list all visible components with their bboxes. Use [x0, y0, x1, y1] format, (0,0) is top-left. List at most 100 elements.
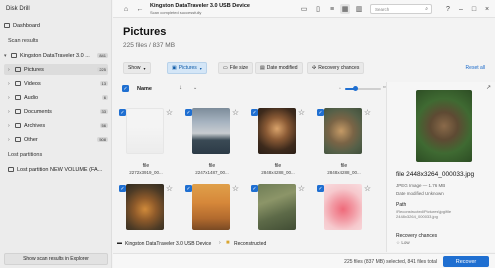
chevron-right-icon[interactable]: ›: [8, 95, 15, 101]
count-badge: 13: [99, 81, 108, 86]
file-checkbox[interactable]: ✓: [251, 185, 258, 192]
file-checkbox[interactable]: ✓: [185, 109, 192, 116]
file-card[interactable]: ✓ ☆ file 2848x4288_00...: [315, 102, 373, 184]
close-icon[interactable]: ×: [482, 4, 492, 14]
dashboard-icon: [4, 23, 10, 28]
documents-icon: [15, 109, 21, 114]
sidebar-item-videos[interactable]: › Videos 13: [4, 78, 108, 89]
usb-drive-icon: [11, 53, 17, 58]
minimize-icon[interactable]: –: [456, 4, 466, 14]
scan-results-heading: Scan results: [8, 38, 39, 44]
file-card[interactable]: ✓ ☆ file 2247x1487_00...: [183, 102, 241, 184]
file-name: file: [274, 163, 282, 169]
preview-recovery-label: Recovery chances: [396, 233, 438, 239]
star-icon[interactable]: ☆: [232, 184, 239, 193]
file-thumbnail: [126, 184, 164, 230]
count-badge: 56: [99, 123, 108, 128]
chevron-down-icon: ▾: [199, 65, 202, 71]
file-card[interactable]: ✓ ☆ file 2848x4288_00...: [249, 102, 307, 184]
folder-icon: ■: [226, 240, 230, 246]
file-thumbnail: [324, 108, 362, 154]
sidebar-item-documents[interactable]: › Documents 33: [4, 106, 108, 117]
archives-icon: [15, 123, 21, 128]
search-input[interactable]: Search ⌕: [370, 4, 432, 14]
preview-type: JPEG Image — 1.76 MB: [396, 183, 446, 188]
file-thumbnail: [258, 108, 296, 154]
file-checkbox[interactable]: ✓: [251, 109, 258, 116]
star-icon[interactable]: ☆: [298, 184, 305, 193]
star-icon[interactable]: ☆: [298, 108, 305, 117]
show-filter-button[interactable]: Show ▾: [123, 62, 151, 74]
file-checkbox[interactable]: ✓: [119, 109, 126, 116]
sidebar-item-audio[interactable]: › Audio 6: [4, 92, 108, 103]
chevron-down-icon[interactable]: ▾: [4, 53, 11, 59]
list-view-icon[interactable]: ≡: [327, 4, 337, 14]
document-icon[interactable]: ▯: [313, 4, 323, 14]
chevron-right-icon[interactable]: ›: [8, 109, 15, 115]
grid-view-icon[interactable]: ▦: [340, 4, 350, 14]
file-size-filter-button[interactable]: ▭ File size: [218, 62, 254, 74]
breadcrumb-device[interactable]: Kingston DataTraveler 3.0 USB Device: [125, 241, 211, 247]
breadcrumb-folder[interactable]: Reconstructed: [234, 241, 266, 247]
file-name: file: [208, 163, 216, 169]
sidebar-item-archives[interactable]: › Archives 56: [4, 120, 108, 131]
preview-recovery-value: ☆ Low: [396, 240, 410, 245]
star-icon[interactable]: ☆: [166, 184, 173, 193]
show-in-explorer-button[interactable]: Show scan results in Explorer: [4, 253, 108, 265]
chevron-right-icon[interactable]: ›: [8, 123, 15, 129]
chevron-right-icon[interactable]: ›: [8, 81, 15, 87]
sidebar-item-pictures[interactable]: › Pictures 225: [4, 64, 108, 75]
file-name: file: [142, 163, 150, 169]
chevron-right-icon[interactable]: ›: [8, 67, 15, 73]
file-checkbox[interactable]: ✓: [185, 185, 192, 192]
sidebar-item-lost-partition[interactable]: Lost partition NEW VOLUME (FA...: [4, 164, 108, 175]
zoom-slider-handle[interactable]: [353, 86, 358, 91]
file-checkbox[interactable]: ✓: [119, 185, 126, 192]
small-thumb-icon: ▫: [339, 86, 341, 92]
date-modified-filter-button[interactable]: ▤ Date modified: [255, 62, 303, 74]
maximize-icon[interactable]: □: [469, 4, 479, 14]
sidebar-item-other[interactable]: › Other 508: [4, 134, 108, 145]
home-icon[interactable]: ⌂: [121, 4, 131, 14]
file-checkbox[interactable]: ✓: [317, 109, 324, 116]
sidebar-item-dashboard[interactable]: Dashboard: [4, 20, 108, 31]
file-checkbox[interactable]: ✓: [317, 185, 324, 192]
file-card[interactable]: ✓ ☆ file 2272x3919_00...: [117, 102, 175, 184]
preview-path-label: Path: [396, 202, 407, 208]
recover-button[interactable]: Recover: [443, 256, 489, 267]
preview-filename: file 2448x3264_000033.jpg: [396, 171, 475, 178]
reset-all-link[interactable]: Reset all: [466, 65, 485, 71]
star-icon[interactable]: ☆: [364, 184, 371, 193]
chevron-right-icon[interactable]: ›: [8, 137, 15, 143]
folder-icon[interactable]: ▭: [299, 4, 309, 14]
list-header: ✓ Name ↓ ⌄ ▫ ▫: [119, 83, 385, 95]
help-icon[interactable]: ?: [443, 4, 453, 14]
star-icon[interactable]: ☆: [364, 108, 371, 117]
sort-arrow-icon[interactable]: ↓: [179, 85, 182, 91]
pictures-filter-button[interactable]: ▣ Pictures ▾: [167, 62, 207, 74]
file-card[interactable]: ✓ ☆: [117, 178, 175, 234]
file-card[interactable]: ✓ ☆: [315, 178, 373, 234]
open-external-icon[interactable]: ↗: [486, 84, 491, 91]
file-card[interactable]: ✓ ☆: [183, 178, 241, 234]
star-icon[interactable]: ☆: [166, 108, 173, 117]
recovery-chances-filter-button[interactable]: ✣ Recovery chances: [307, 62, 365, 74]
select-all-checkbox[interactable]: ✓: [122, 85, 129, 92]
other-files-icon: [15, 137, 21, 142]
breadcrumb: ▬ Kingston DataTraveler 3.0 USB Device ›…: [113, 238, 387, 250]
split-view-icon[interactable]: ▥: [354, 4, 364, 14]
device-status: Scan completed successfully: [150, 10, 202, 15]
sidebar-item-device[interactable]: ▾ Kingston DataTraveler 3.0 ... 841: [4, 50, 108, 61]
star-icon[interactable]: ☆: [232, 108, 239, 117]
zoom-slider[interactable]: [345, 86, 381, 91]
count-badge: 508: [97, 137, 108, 142]
back-arrow-icon[interactable]: ←: [135, 4, 145, 14]
name-column-header[interactable]: Name: [137, 86, 152, 92]
file-name-detail: 2272x3919_00...: [129, 170, 163, 175]
device-title: Kingston DataTraveler 3.0 USB Device: [150, 3, 250, 9]
file-name-detail: 2848x4288_00...: [327, 170, 361, 175]
chevron-down-icon[interactable]: ⌄: [193, 85, 197, 91]
file-card[interactable]: ✓ ☆: [249, 178, 307, 234]
image-icon: ▣: [172, 65, 177, 71]
app-title: Disk Drill: [6, 6, 30, 12]
